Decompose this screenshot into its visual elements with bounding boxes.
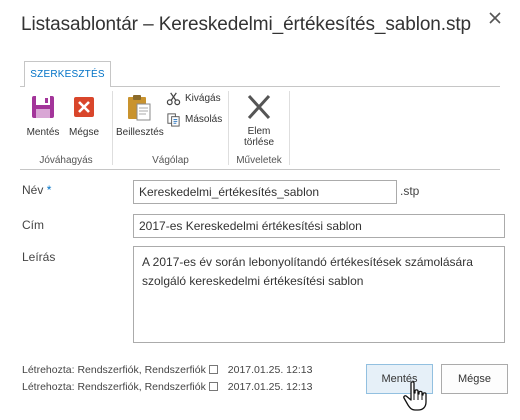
ribbon-divider (289, 91, 290, 165)
ribbon-cancel-label: Mégse (68, 127, 99, 138)
created-info: Létrehozta: Rendszerfiók, Rendszerfiók 2… (22, 364, 312, 376)
required-marker: * (46, 183, 52, 197)
group-label-actions: Műveletek (236, 155, 282, 166)
created-label: Létrehozta: Rendszerfiók, (22, 364, 142, 376)
title-label: Cím (22, 218, 44, 232)
name-input[interactable]: Kereskedelmi_értékesítés_sablon (133, 180, 397, 204)
ribbon: Mentés Mégse Jóváhagyás Beillesztés Kivá… (20, 86, 500, 170)
group-label-approve: Jóváhagyás (39, 155, 93, 166)
ribbon-copy-label: Másolás (185, 114, 223, 125)
ribbon-paste-button[interactable]: Beillesztés (116, 91, 164, 138)
name-label-text: Név (22, 183, 44, 197)
cancel-x-icon (74, 97, 94, 117)
description-label: Leírás (22, 250, 56, 264)
ribbon-paste-label: Beillesztés (116, 127, 164, 138)
ribbon-group-actions: Elem törlése Műveletek (229, 87, 289, 169)
ribbon-cut-label: Kivágás (185, 93, 221, 104)
ribbon-cancel-button[interactable]: Mégse (64, 91, 104, 138)
save-floppy-icon (32, 96, 54, 118)
scissors-icon (166, 92, 181, 106)
ribbon-save-label: Mentés (26, 127, 60, 138)
title-input[interactable]: 2017-es Kereskedelmi értékesítési sablon (133, 214, 505, 238)
modified-user: Rendszerfiók (144, 381, 206, 393)
ribbon-delete-label-line2: törlése (243, 137, 274, 148)
ribbon-delete-label-line1: Elem (247, 126, 271, 137)
hand-cursor-icon (403, 381, 427, 411)
tab-szerkesztes[interactable]: SZERKESZTÉS (24, 61, 111, 87)
paste-clipboard-icon (128, 95, 151, 121)
modified-date: 2017.01.25. 12:13 (227, 381, 313, 393)
ribbon-cut-button[interactable]: Kivágás (166, 91, 221, 106)
group-label-clipboard: Vágólap (152, 155, 189, 166)
checkbox-icon (208, 382, 218, 391)
dialog-title: Listasablontár – Kereskedelmi_értékesíté… (21, 14, 472, 35)
ribbon-delete-item-button[interactable]: Elem törlése (235, 91, 283, 148)
created-date: 2017.01.25. 12:13 (227, 364, 313, 376)
ribbon-copy-button[interactable]: Másolás (166, 112, 222, 127)
modified-label: Létrehozta: Rendszerfiók, (22, 381, 142, 393)
ribbon-group-clipboard: Beillesztés Kivágás Másolás Vágólap (113, 87, 228, 169)
copy-icon (167, 113, 180, 127)
cancel-button[interactable]: Mégse (441, 364, 508, 394)
modified-info: Létrehozta: Rendszerfiók, Rendszerfiók 2… (22, 381, 312, 393)
ribbon-group-approve: Mentés Mégse Jóváhagyás (20, 87, 112, 169)
description-textarea[interactable]: A 2017-es év során lebonyolítandó értéke… (133, 246, 505, 343)
name-label: Név * (22, 183, 51, 197)
delete-x-icon (247, 94, 271, 120)
name-suffix: .stp (400, 184, 420, 198)
created-user: Rendszerfiók (144, 364, 206, 376)
close-x-icon[interactable] (487, 10, 503, 26)
ribbon-save-button[interactable]: Mentés (24, 91, 62, 138)
checkbox-icon (208, 365, 218, 374)
